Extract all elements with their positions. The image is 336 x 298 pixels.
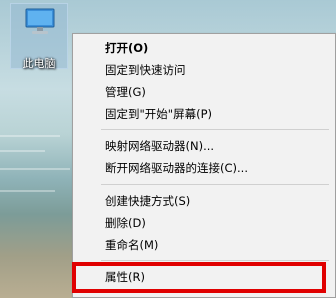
menu-item-delete[interactable]: 删除(D)	[73, 212, 335, 234]
properties-highlight-box	[72, 262, 326, 293]
context-menu: 打开(O) 固定到快速访问 管理(G) 固定到"开始"屏幕(P) 映射网络驱动器…	[72, 33, 336, 298]
menu-item-map-network-drive[interactable]: 映射网络驱动器(N)...	[73, 135, 335, 157]
menu-item-create-shortcut[interactable]: 创建快捷方式(S)	[73, 190, 335, 212]
menu-item-pin-quick-access[interactable]: 固定到快速访问	[73, 59, 335, 81]
menu-separator	[101, 184, 329, 185]
menu-separator	[101, 260, 329, 261]
menu-item-rename[interactable]: 重命名(M)	[73, 234, 335, 256]
menu-item-disconnect-network-drive[interactable]: 断开网络驱动器的连接(C)...	[73, 157, 335, 179]
computer-icon	[25, 8, 55, 34]
menu-item-manage[interactable]: 管理(G)	[73, 81, 335, 103]
this-pc-desktop-icon[interactable]: 此电脑	[10, 3, 68, 70]
this-pc-label: 此电脑	[22, 57, 56, 70]
menu-item-pin-start[interactable]: 固定到"开始"屏幕(P)	[73, 103, 335, 125]
menu-separator	[101, 129, 329, 130]
menu-item-open[interactable]: 打开(O)	[73, 37, 335, 59]
